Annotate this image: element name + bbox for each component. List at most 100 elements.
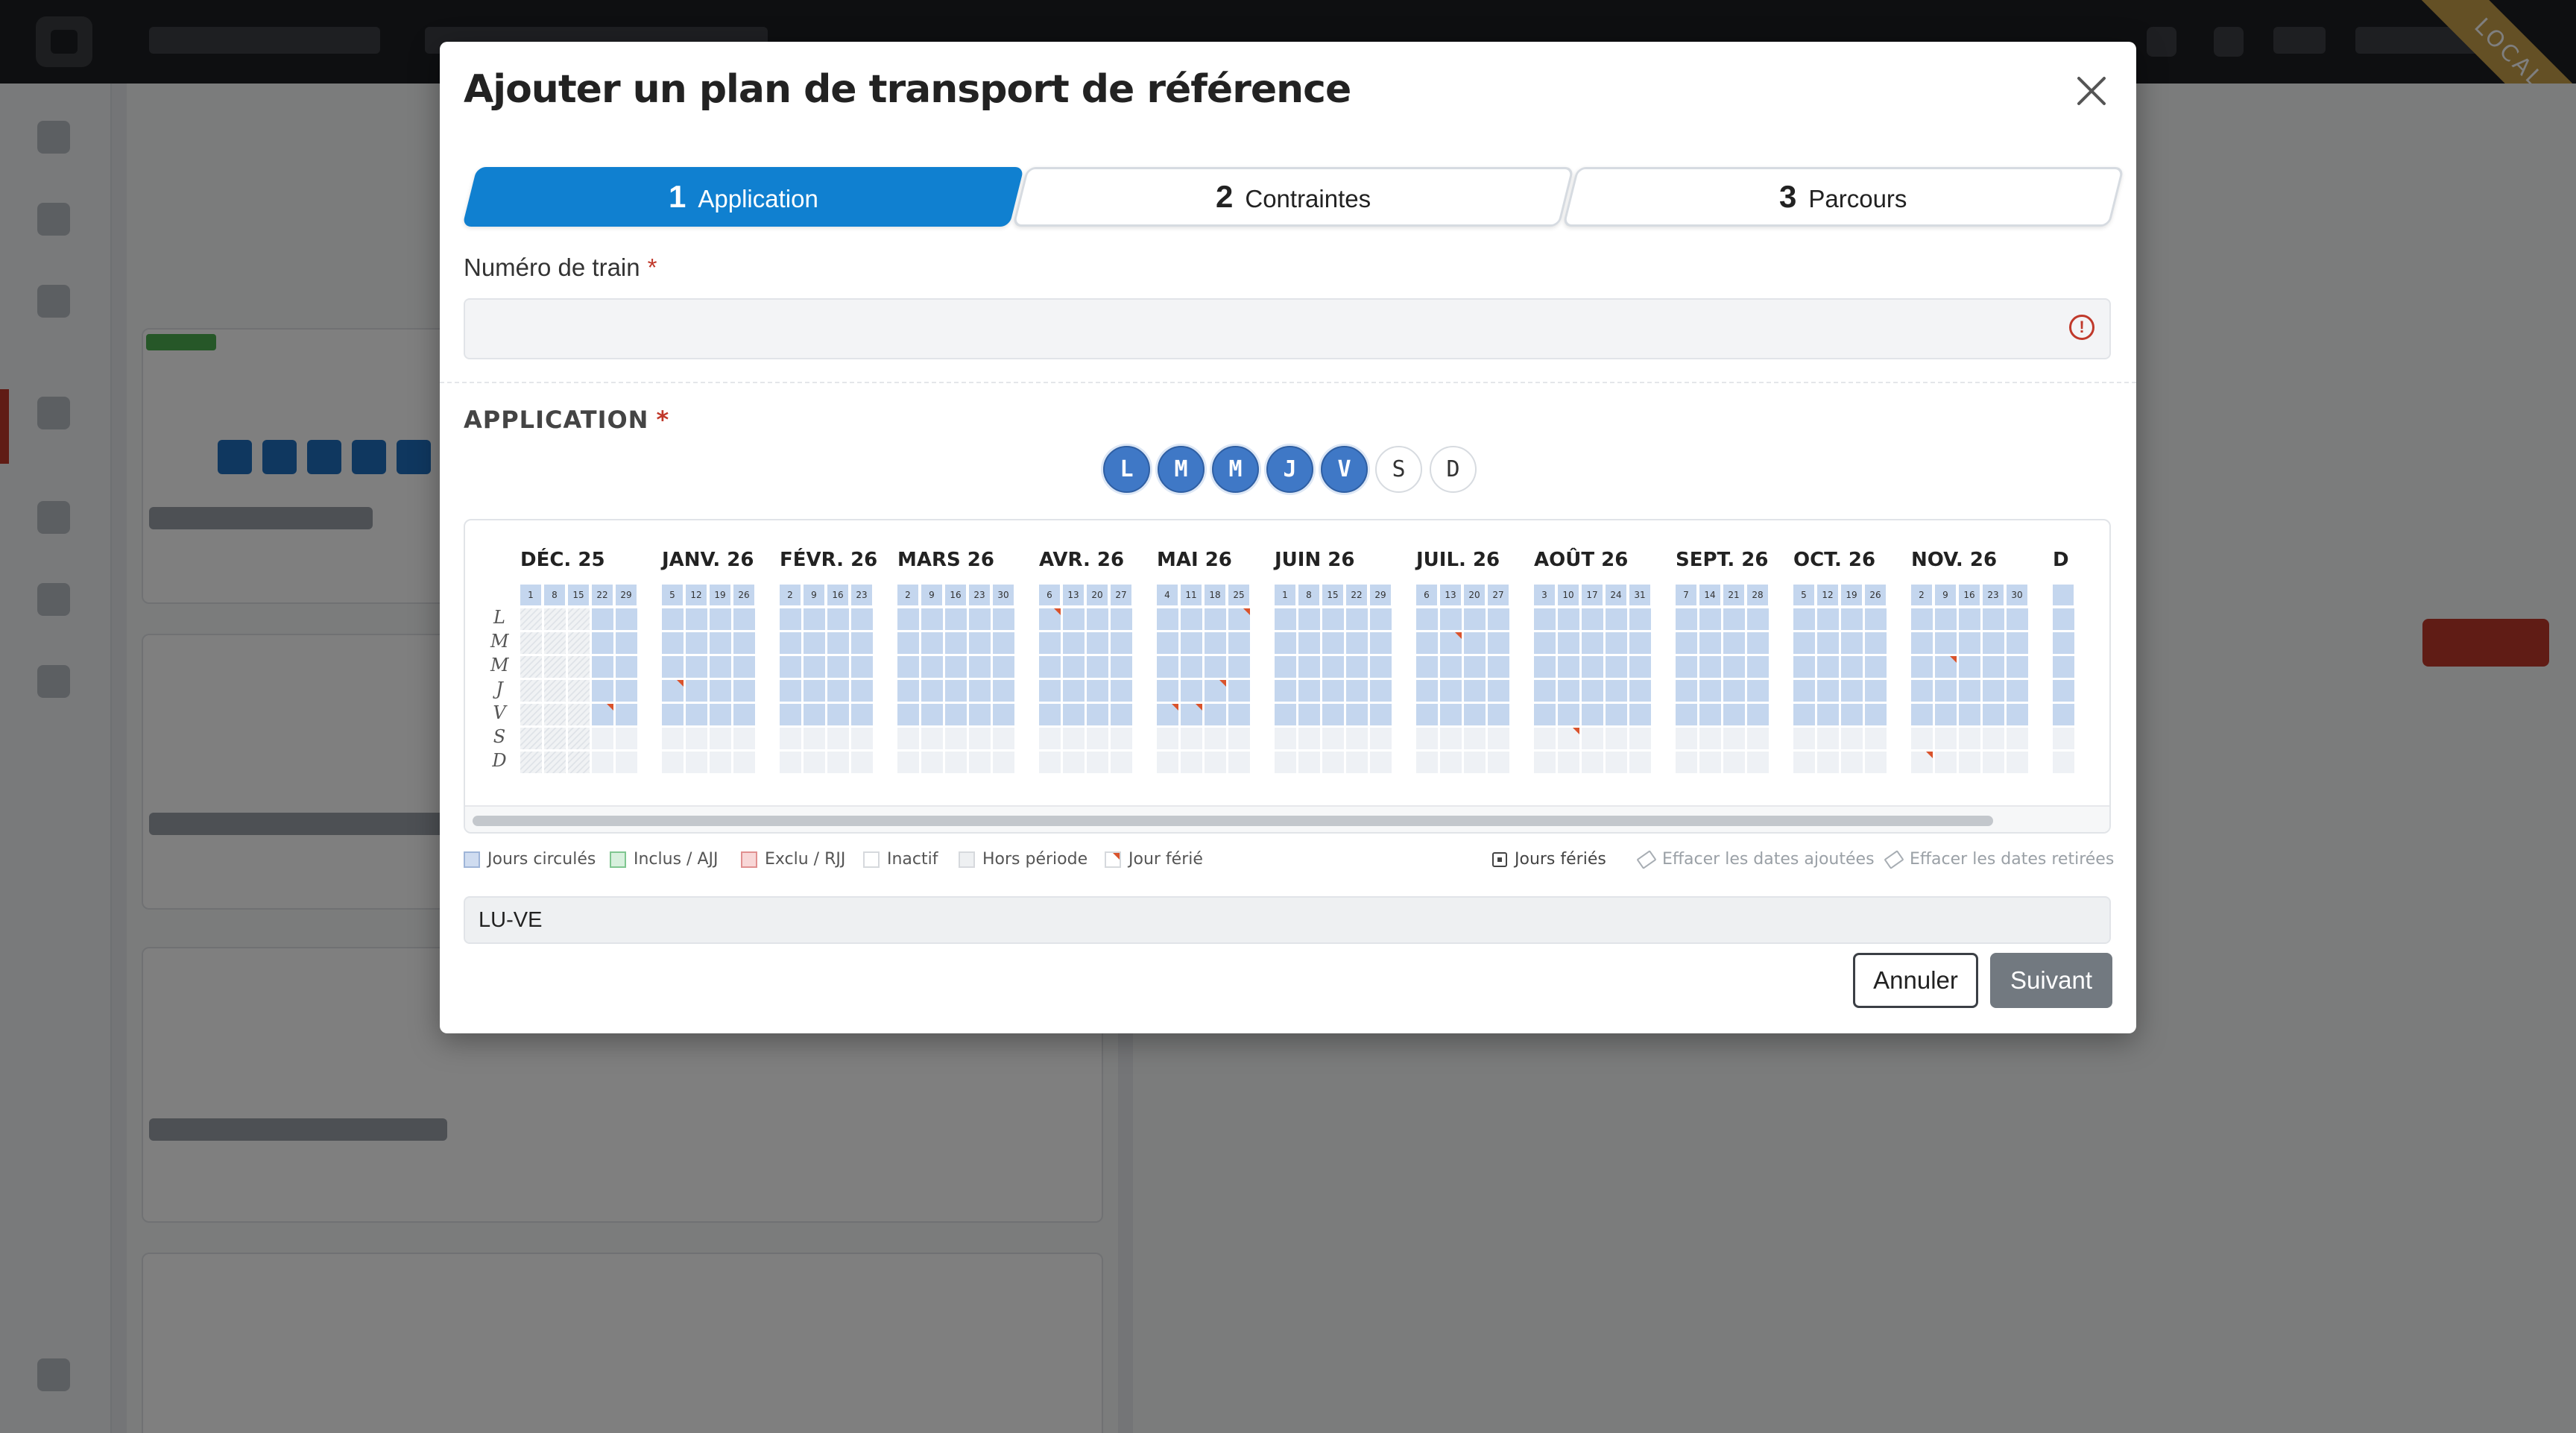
- calendar-scrollbar[interactable]: [465, 805, 2109, 832]
- calendar-day-cell[interactable]: [1629, 608, 1651, 630]
- calendar-day-cell[interactable]: [1699, 656, 1721, 678]
- calendar-day-cell[interactable]: [1322, 752, 1344, 773]
- calendar-day-cell[interactable]: [1817, 752, 1839, 773]
- calendar-day-cell[interactable]: [1983, 608, 2004, 630]
- calendar-day-cell[interactable]: [2053, 728, 2074, 749]
- calendar-day-cell[interactable]: [1841, 728, 1863, 749]
- calendar-day-cell[interactable]: [1793, 608, 1815, 630]
- calendar-day-cell[interactable]: [969, 608, 991, 630]
- calendar-day-cell[interactable]: [1488, 752, 1509, 773]
- calendar-day-cell[interactable]: [1676, 752, 1697, 773]
- calendar-day-cell[interactable]: [969, 728, 991, 749]
- calendar-day-cell[interactable]: [1298, 704, 1320, 725]
- calendar-day-cell[interactable]: [1181, 608, 1202, 630]
- calendar-day-cell[interactable]: [710, 656, 731, 678]
- calendar-day-cell[interactable]: [1440, 680, 1462, 702]
- calendar-day-cell[interactable]: [1111, 656, 1132, 678]
- calendar-day-cell[interactable]: [1346, 608, 1368, 630]
- calendar-day-cell[interactable]: [1488, 704, 1509, 725]
- calendar-day-cell[interactable]: [662, 656, 684, 678]
- calendar-day-cell[interactable]: [1676, 632, 1697, 654]
- calendar-day-cell[interactable]: [1370, 704, 1392, 725]
- calendar-day-cell[interactable]: [1558, 632, 1579, 654]
- calendar-day-cell[interactable]: [592, 608, 613, 630]
- calendar-day-cell[interactable]: [780, 608, 801, 630]
- calendar-day-cell[interactable]: [1087, 656, 1108, 678]
- calendar-day-cell[interactable]: [969, 680, 991, 702]
- calendar-day-cell[interactable]: [1111, 728, 1132, 749]
- weekday-toggle[interactable]: M: [1212, 446, 1259, 493]
- calendar-day-cell[interactable]: [1699, 680, 1721, 702]
- calendar-day-cell[interactable]: [1747, 608, 1769, 630]
- calendar-day-cell[interactable]: [1488, 680, 1509, 702]
- calendar-day-cell[interactable]: [993, 656, 1014, 678]
- calendar-day-cell[interactable]: [1464, 704, 1486, 725]
- calendar-day-cell[interactable]: [1157, 632, 1178, 654]
- calendar-day-cell[interactable]: [1558, 752, 1579, 773]
- calendar-day-cell[interactable]: [544, 632, 566, 654]
- calendar-day-cell[interactable]: [1298, 752, 1320, 773]
- calendar-day-cell[interactable]: [1464, 656, 1486, 678]
- calendar-day-cell[interactable]: [897, 728, 919, 749]
- calendar-day-cell[interactable]: [1747, 656, 1769, 678]
- calendar-day-cell[interactable]: [1087, 752, 1108, 773]
- clear-added-dates-button[interactable]: Effacer les dates ajoutées: [1636, 849, 1875, 869]
- calendar-day-cell[interactable]: [1440, 704, 1462, 725]
- calendar-day-cell[interactable]: [1298, 656, 1320, 678]
- calendar-day-cell[interactable]: [592, 704, 613, 725]
- calendar-day-cell[interactable]: [568, 704, 590, 725]
- calendar-day-cell[interactable]: [1793, 656, 1815, 678]
- calendar-day-cell[interactable]: [827, 752, 849, 773]
- calendar-day-cell[interactable]: [733, 608, 755, 630]
- calendar-day-cell[interactable]: [2007, 608, 2028, 630]
- calendar-day-cell[interactable]: [1606, 704, 1627, 725]
- calendar-day-cell[interactable]: [686, 704, 707, 725]
- calendar-day-cell[interactable]: [733, 680, 755, 702]
- calendar-day-cell[interactable]: [804, 608, 825, 630]
- calendar-day-cell[interactable]: [1205, 656, 1226, 678]
- calendar-day-cell[interactable]: [686, 608, 707, 630]
- calendar-day-cell[interactable]: [921, 728, 943, 749]
- calendar-day-cell[interactable]: [1440, 752, 1462, 773]
- calendar-day-cell[interactable]: [1723, 632, 1745, 654]
- calendar-day-cell[interactable]: [1793, 632, 1815, 654]
- calendar-day-cell[interactable]: [780, 704, 801, 725]
- calendar-day-cell[interactable]: [1606, 656, 1627, 678]
- calendar-day-cell[interactable]: [686, 728, 707, 749]
- calendar-day-cell[interactable]: [945, 752, 967, 773]
- calendar-day-cell[interactable]: [1298, 608, 1320, 630]
- calendar-day-cell[interactable]: [1865, 728, 1887, 749]
- calendar-day-cell[interactable]: [804, 728, 825, 749]
- calendar-day-cell[interactable]: [1817, 656, 1839, 678]
- calendar-day-cell[interactable]: [1911, 680, 1933, 702]
- calendar-day-cell[interactable]: [1983, 632, 2004, 654]
- calendar-day-cell[interactable]: [851, 680, 873, 702]
- calendar-day-cell[interactable]: [1629, 656, 1651, 678]
- calendar-day-cell[interactable]: [897, 608, 919, 630]
- application-summary-input[interactable]: [464, 896, 2111, 944]
- calendar-day-cell[interactable]: [2007, 704, 2028, 725]
- calendar-day-cell[interactable]: [662, 632, 684, 654]
- calendar-day-cell[interactable]: [1817, 704, 1839, 725]
- calendar-day-cell[interactable]: [1111, 680, 1132, 702]
- calendar-day-cell[interactable]: [993, 752, 1014, 773]
- calendar-day-cell[interactable]: [1181, 632, 1202, 654]
- scrollbar-thumb[interactable]: [473, 816, 1993, 826]
- calendar-day-cell[interactable]: [1370, 608, 1392, 630]
- calendar-day-cell[interactable]: [851, 632, 873, 654]
- calendar-day-cell[interactable]: [780, 752, 801, 773]
- calendar-day-cell[interactable]: [827, 728, 849, 749]
- calendar-day-cell[interactable]: [804, 656, 825, 678]
- calendar-day-cell[interactable]: [1676, 608, 1697, 630]
- calendar-day-cell[interactable]: [1416, 752, 1438, 773]
- calendar-day-cell[interactable]: [616, 752, 637, 773]
- calendar-day-cell[interactable]: [1228, 752, 1250, 773]
- calendar-day-cell[interactable]: [1606, 608, 1627, 630]
- calendar-day-cell[interactable]: [1322, 632, 1344, 654]
- calendar-day-cell[interactable]: [1275, 632, 1296, 654]
- calendar-day-cell[interactable]: [1111, 632, 1132, 654]
- calendar-day-cell[interactable]: [733, 656, 755, 678]
- calendar-day-cell[interactable]: [2053, 656, 2074, 678]
- calendar-day-cell[interactable]: [1181, 704, 1202, 725]
- calendar-day-cell[interactable]: [1865, 680, 1887, 702]
